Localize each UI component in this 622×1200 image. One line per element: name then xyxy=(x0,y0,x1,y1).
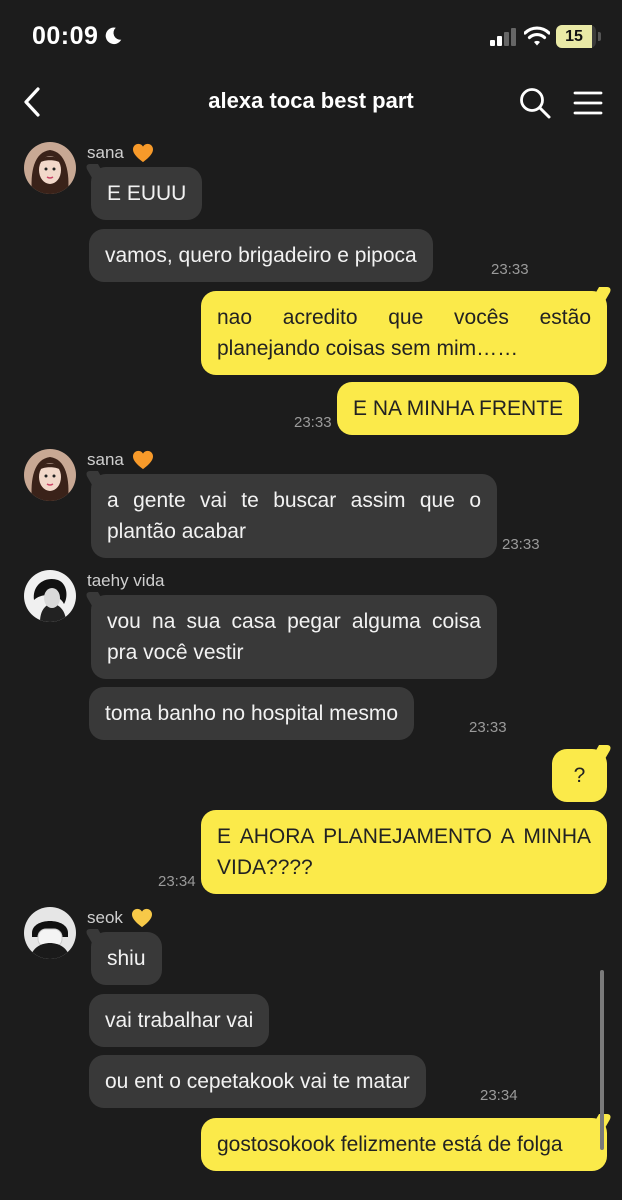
wifi-icon xyxy=(524,26,550,46)
message-bubble[interactable]: gostosokook felizmente está de folga xyxy=(201,1118,607,1171)
message-bubble[interactable]: ? xyxy=(552,749,607,802)
message-text: E NA MINHA FRENTE xyxy=(353,397,564,420)
sender-label-seok: seok xyxy=(87,908,153,928)
message-bubble[interactable]: vai trabalhar vai xyxy=(89,994,270,1047)
message-timestamp: 23:33 xyxy=(469,719,507,736)
battery-level: 15 xyxy=(565,28,583,45)
orange-heart-icon xyxy=(132,450,153,470)
sender-name: seok xyxy=(87,908,123,927)
message-text: ou ent o cepetakook vai te matar xyxy=(105,1070,410,1093)
message-bubble[interactable]: E EUUU xyxy=(91,167,203,220)
yellow-heart-icon xyxy=(131,908,152,928)
sender-name: sana xyxy=(87,450,124,469)
moon-icon xyxy=(105,27,122,45)
battery-tip xyxy=(598,32,601,41)
message-bubble[interactable]: ou ent o cepetakook vai te matar xyxy=(89,1055,426,1108)
signal-icon xyxy=(490,28,516,46)
avatar-taehy-vida[interactable] xyxy=(24,570,76,622)
message-text: gostosokook felizmente está de folga xyxy=(217,1133,563,1156)
message-timestamp: 23:34 xyxy=(480,1087,518,1104)
status-bar: 00:09 15 xyxy=(0,0,622,70)
message-bubble[interactable]: nao acredito que vocês estão planejando … xyxy=(201,291,607,375)
avatar-seok[interactable] xyxy=(24,907,76,959)
message-text: E EUUU xyxy=(107,182,187,205)
message-bubble[interactable]: a gente vai te buscar assim que o plantã… xyxy=(91,474,497,558)
sender-label-sana: sana xyxy=(87,450,154,470)
message-text: shiu xyxy=(107,947,146,970)
scrollbar[interactable] xyxy=(600,970,604,1150)
message-timestamp: 23:33 xyxy=(294,414,332,431)
avatar-sana[interactable] xyxy=(24,142,76,194)
message-timestamp: 23:34 xyxy=(158,873,196,890)
sender-label-sana: sana xyxy=(87,143,154,163)
message-bubble[interactable]: toma banho no hospital mesmo xyxy=(89,687,415,740)
message-timestamp: 23:33 xyxy=(502,536,540,553)
message-text: nao acredito que vocês estão planejando … xyxy=(217,306,591,360)
message-bubble[interactable]: shiu xyxy=(91,932,162,985)
message-text: a gente vai te buscar assim que o plantã… xyxy=(107,489,481,543)
message-bubble[interactable]: E AHORA PLANEJAMENTO A MINHA VIDA???? xyxy=(201,810,607,894)
message-timestamp: 23:33 xyxy=(491,261,529,278)
status-time: 00:09 xyxy=(32,22,99,50)
message-bubble[interactable]: vou na sua casa pegar alguma coisa pra v… xyxy=(91,595,497,679)
sender-label-taehy-vida: taehy vida xyxy=(87,571,165,591)
sender-name: sana xyxy=(87,143,124,162)
message-text: ? xyxy=(573,764,586,787)
message-bubble[interactable]: vamos, quero brigadeiro e pipoca xyxy=(89,229,433,282)
menu-icon[interactable] xyxy=(572,88,604,118)
avatar-sana[interactable] xyxy=(24,449,76,501)
message-text: vamos, quero brigadeiro e pipoca xyxy=(105,244,417,267)
orange-heart-icon xyxy=(132,143,153,163)
battery-icon: 15 xyxy=(556,25,596,48)
sender-name: taehy vida xyxy=(87,571,165,590)
message-text: E AHORA PLANEJAMENTO A MINHA VIDA???? xyxy=(217,825,591,879)
chat-header: alexa toca best part xyxy=(0,74,622,130)
message-text: toma banho no hospital mesmo xyxy=(105,702,399,725)
message-bubble[interactable]: E NA MINHA FRENTE xyxy=(337,382,580,435)
message-text: vou na sua casa pegar alguma coisa pra v… xyxy=(107,610,481,664)
search-icon[interactable] xyxy=(518,86,552,120)
message-text: vai trabalhar vai xyxy=(105,1009,254,1032)
